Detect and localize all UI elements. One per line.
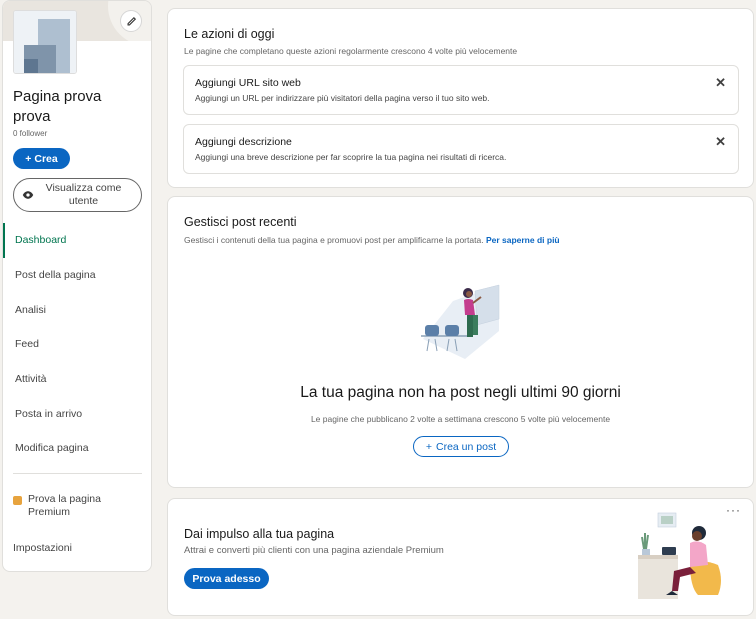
boost-subtitle: Attrai e converti più clienti con una pa…: [184, 545, 444, 556]
sidebar-nav: Dashboard Post della pagina Analisi Feed…: [3, 223, 151, 466]
create-button[interactable]: + Crea: [13, 148, 70, 169]
page-logo[interactable]: [13, 10, 77, 74]
action-description: Aggiungi un URL per indirizzare più visi…: [195, 93, 490, 103]
plus-icon: +: [425, 440, 432, 453]
sidebar-item-settings[interactable]: Impostazioni: [13, 542, 72, 554]
learn-more-link[interactable]: Per saperne di più: [486, 235, 560, 245]
sidebar-item-feed[interactable]: Feed: [3, 327, 151, 362]
view-as-user-button[interactable]: Visualizza come utente: [13, 178, 142, 212]
more-options-icon[interactable]: ···: [726, 503, 741, 517]
try-premium-button[interactable]: Prova adesso: [184, 568, 269, 589]
today-actions-title: Le azioni di oggi: [184, 27, 275, 41]
action-add-website[interactable]: Aggiungi URL sito web Aggiungi un URL pe…: [183, 65, 739, 115]
sidebar-item-edit-page[interactable]: Modifica pagina: [3, 431, 151, 466]
company-logo-placeholder-icon: [14, 11, 76, 73]
today-actions-subtitle: Le pagine che completano queste azioni r…: [184, 46, 518, 56]
sidebar-item-inbox[interactable]: Posta in arrivo: [3, 396, 151, 431]
sidebar-item-page-posts[interactable]: Post della pagina: [3, 258, 151, 293]
boost-page-card: ··· Dai impulso alla tua pagina Attrai e…: [167, 498, 754, 616]
premium-illustration: [638, 512, 721, 599]
plus-icon: +: [25, 152, 32, 165]
sidebar-item-premium[interactable]: Prova la pagina Premium: [13, 493, 143, 519]
action-title: Aggiungi descrizione: [195, 136, 292, 148]
recent-posts-subtitle: Gestisci i contenuti della tua pagina e …: [184, 235, 560, 245]
action-description: Aggiungi una breve descrizione per far s…: [195, 152, 507, 162]
recent-posts-title: Gestisci post recenti: [184, 215, 297, 229]
create-post-button[interactable]: + Crea un post: [413, 436, 509, 457]
sidebar-item-activity[interactable]: Attività: [3, 362, 151, 397]
empty-state-title: La tua pagina non ha post negli ultimi 9…: [300, 384, 621, 401]
close-icon[interactable]: ✕: [715, 75, 726, 91]
edit-cover-button[interactable]: [120, 10, 142, 32]
empty-state-subtitle: Le pagine che pubblicano 2 volte a setti…: [310, 414, 611, 424]
empty-posts-illustration: [421, 284, 500, 359]
sidebar-item-dashboard[interactable]: Dashboard: [3, 223, 151, 258]
page-sidebar: Pagina prova prova 0 follower + Crea Vis…: [2, 0, 152, 572]
sidebar-divider: [13, 473, 142, 474]
action-title: Aggiungi URL sito web: [195, 77, 301, 89]
close-icon[interactable]: ✕: [715, 134, 726, 150]
pencil-icon: [127, 16, 136, 25]
premium-icon: [13, 496, 22, 505]
page-name: Pagina prova prova: [13, 88, 102, 125]
follower-count: 0 follower: [13, 129, 48, 138]
action-add-description[interactable]: Aggiungi descrizione Aggiungi una breve …: [183, 124, 739, 174]
eye-icon: [22, 191, 34, 199]
today-actions-card: Le azioni di oggi Le pagine che completa…: [167, 8, 754, 188]
recent-posts-card: Gestisci post recenti Gestisci i contenu…: [167, 196, 754, 488]
sidebar-item-analytics[interactable]: Analisi: [3, 292, 151, 327]
boost-title: Dai impulso alla tua pagina: [184, 527, 335, 541]
